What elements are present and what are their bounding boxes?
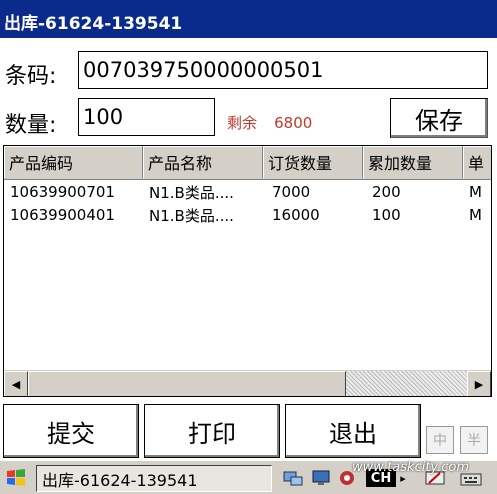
cell-accumulated-qty: 100 [372, 206, 401, 224]
ime-chinese-toggle[interactable]: 中 [426, 426, 454, 454]
cell-unit: M [469, 206, 482, 224]
column-header-order-qty[interactable]: 订货数量 [263, 146, 363, 178]
cell-product-code: 10639900701 [10, 183, 115, 201]
table-row[interactable]: 10639900401 N1.B类品.... 16000 100 M [4, 204, 491, 226]
network-icon[interactable] [282, 467, 304, 489]
scroll-right-arrow-icon[interactable]: ▶ [467, 371, 491, 396]
exit-button[interactable]: 退出 [285, 404, 421, 458]
submit-button[interactable]: 提交 [3, 404, 139, 458]
windows-flag-icon [7, 469, 25, 486]
barcode-label: 条码: [5, 64, 57, 89]
cell-accumulated-qty: 200 [372, 183, 401, 201]
column-header-product-name[interactable]: 产品名称 [143, 146, 263, 178]
remaining-indicator: 剩余 6800 [227, 112, 312, 133]
cell-order-qty: 7000 [272, 183, 311, 201]
remaining-value: 6800 [274, 114, 313, 132]
table-row[interactable]: 10639900701 N1.B类品.... 7000 200 M [4, 181, 491, 203]
column-header-unit[interactable]: 单 [463, 146, 491, 178]
window-title-bar: 出库-61624-139541 [0, 0, 497, 38]
window-title: 出库-61624-139541 [4, 14, 183, 34]
start-button[interactable] [2, 464, 30, 492]
ime-halfwidth-toggle[interactable]: 半 [460, 426, 488, 454]
cell-product-name: N1.B类品.... [149, 206, 234, 225]
remaining-label: 剩余 [227, 114, 258, 132]
grid-header: 产品编码 产品名称 订货数量 累加数量 单 [4, 146, 491, 180]
quantity-label: 数量: [5, 113, 57, 138]
display-icon[interactable] [310, 467, 332, 489]
scrollbar-thumb[interactable] [28, 371, 346, 396]
watermark: www.taskcity.com [352, 460, 469, 475]
scrollbar-track[interactable] [346, 371, 467, 396]
barcode-input[interactable]: 007039750000000501 [78, 51, 488, 89]
cell-unit: M [469, 183, 482, 201]
scroll-left-arrow-icon[interactable]: ◀ [4, 371, 28, 396]
column-header-product-code[interactable]: 产品编码 [4, 146, 143, 178]
horizontal-scrollbar[interactable]: ◀ ▶ [4, 370, 491, 396]
column-header-accumulated-qty[interactable]: 累加数量 [363, 146, 463, 178]
save-button[interactable]: 保存 [390, 98, 488, 138]
product-grid[interactable]: 产品编码 产品名称 订货数量 累加数量 单 10639900701 N1.B类品… [3, 145, 492, 397]
taskbar-item-outbound[interactable]: 出库-61624-139541 [36, 465, 272, 492]
cell-product-code: 10639900401 [10, 206, 115, 224]
cell-product-name: N1.B类品.... [149, 183, 234, 202]
print-button[interactable]: 打印 [144, 404, 280, 458]
quantity-input[interactable]: 100 [78, 98, 215, 136]
cell-order-qty: 16000 [272, 206, 320, 224]
